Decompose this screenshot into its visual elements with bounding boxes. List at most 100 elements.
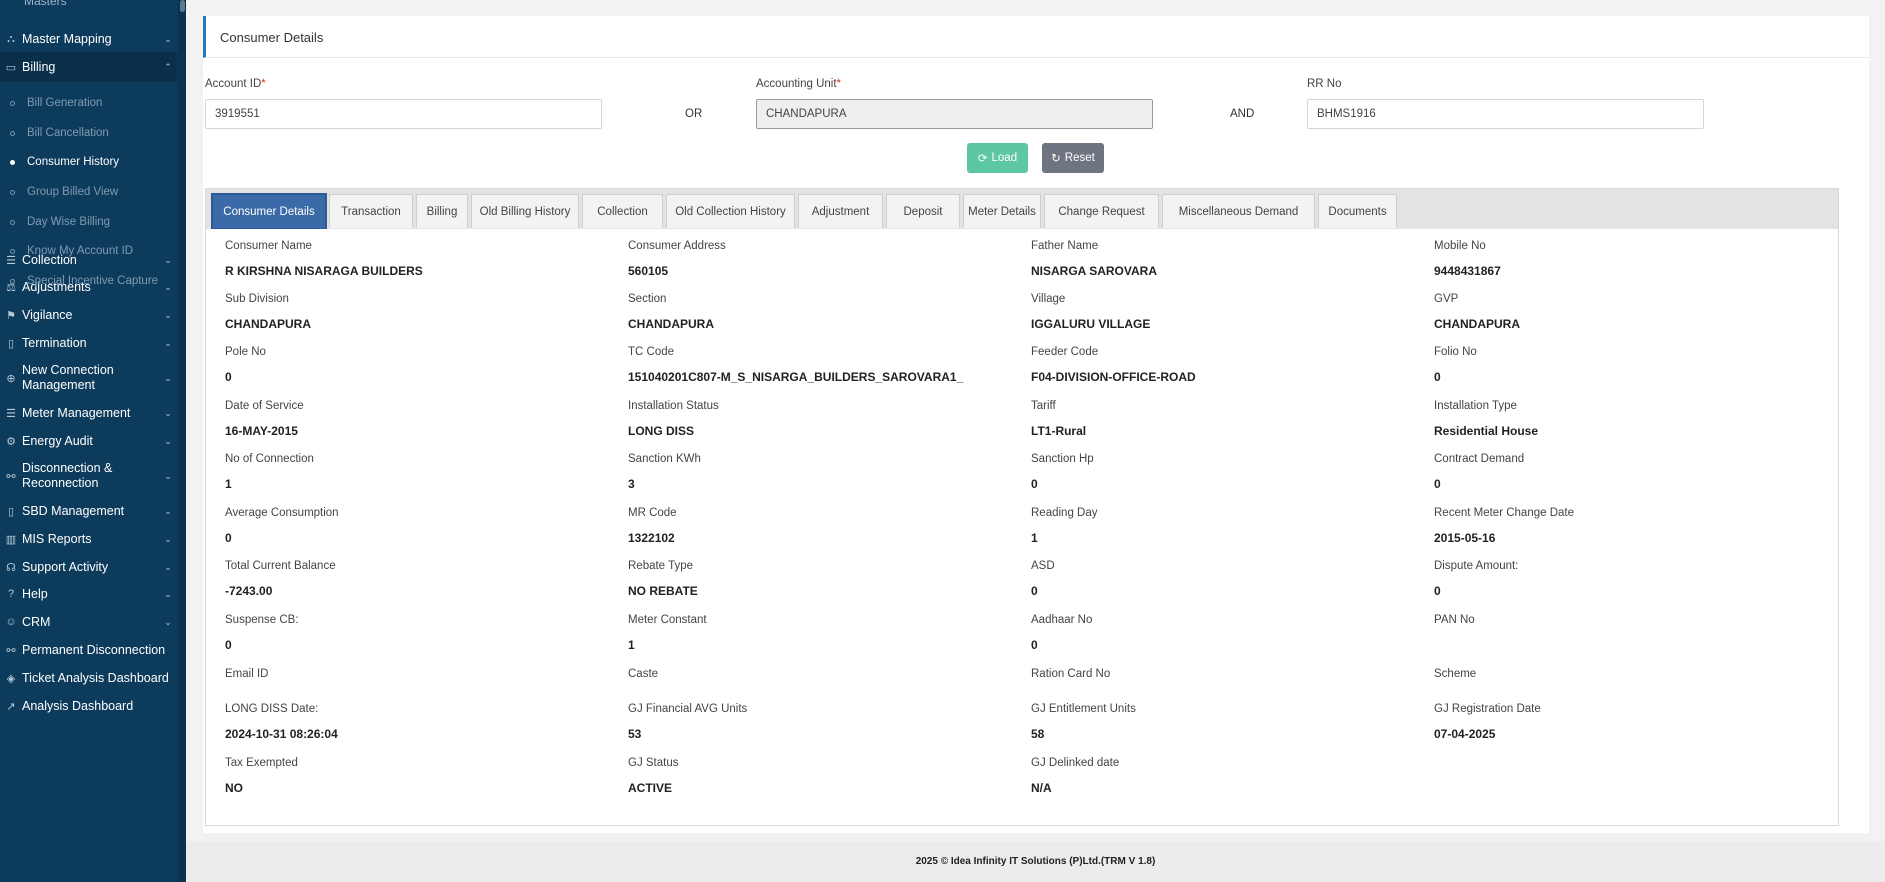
bullet-icon xyxy=(10,248,15,254)
field-value: 560105 xyxy=(628,264,669,278)
field-label: GJ Financial AVG Units xyxy=(628,703,748,715)
sidebar-item-help[interactable]: ? Help ⌄ xyxy=(0,579,177,609)
field-asd: ASD 0 xyxy=(1031,560,1411,600)
sidebar-item-permanent-disconnection[interactable]: ⚯ Permanent Disconnection xyxy=(0,635,177,665)
field-label: Sub Division xyxy=(225,293,289,305)
page-header: Consumer Details xyxy=(203,16,1869,58)
sidebar-subitem-label: Know My Account ID xyxy=(27,245,134,257)
chevron-down-icon: ⌄ xyxy=(164,372,172,383)
sidebar-item-disconnection-reconnection[interactable]: ⚯ Disconnection & Reconnection ⌄ xyxy=(0,456,177,496)
field-tariff: Tariff LT1-Rural xyxy=(1031,400,1411,440)
chevron-down-icon: ⌄ xyxy=(164,33,172,44)
field-installation-type: Installation Type Residential House xyxy=(1434,400,1814,440)
link-icon: ⚯ xyxy=(6,470,16,483)
accounting-unit-input[interactable]: CHANDAPURA xyxy=(756,99,1153,129)
bar-chart-icon: ▥ xyxy=(5,533,17,546)
sidebar-item-label: Vigilance xyxy=(22,307,73,322)
main-content: Consumer Details Account ID* 3919551 OR … xyxy=(186,0,1885,882)
sidebar-item-crm[interactable]: ☺ CRM ⌄ xyxy=(0,607,177,637)
sidebar-item-analysis-dashboard[interactable]: ↗ Analysis Dashboard xyxy=(0,691,177,721)
field-contract-demand: Contract Demand 0 xyxy=(1434,453,1814,493)
sidebar: Masters ⛬ Master Mapping ⌄ ▭ Billing ⌃ ☰ Collec… xyxy=(0,0,186,882)
sidebar-subitem-day-wise-billing[interactable]: Day Wise Billing xyxy=(0,211,177,233)
consumer-details-card: Account ID* 3919551 OR Accounting Unit* … xyxy=(203,58,1869,833)
sidebar-item-masters-cutoff[interactable]: Masters xyxy=(24,0,67,8)
sidebar-item-mis-reports[interactable]: ▥ MIS Reports ⌄ xyxy=(0,524,177,554)
sidebar-item-vigilance[interactable]: ⚑ Vigilance ⌄ xyxy=(0,300,177,330)
sidebar-item-new-connection-management[interactable]: ⊕ New Connection Management ⌄ xyxy=(0,358,177,398)
account-id-input[interactable]: 3919551 xyxy=(205,99,602,129)
sidebar-item-sbd-management[interactable]: ▯ SBD Management ⌄ xyxy=(0,496,177,526)
tab-documents[interactable]: Documents xyxy=(1318,194,1397,228)
sidebar-item-billing[interactable]: ▭ Billing ⌃ xyxy=(0,52,177,82)
field-date-of-service: Date of Service 16-MAY-2015 xyxy=(225,400,605,440)
sidebar-item-termination[interactable]: ▯ Termination ⌄ xyxy=(0,328,177,358)
tab-deposit[interactable]: Deposit xyxy=(886,194,960,228)
tab-billing[interactable]: Billing xyxy=(416,194,468,228)
sidebar-item-energy-audit[interactable]: ⚙ Energy Audit ⌄ xyxy=(0,426,177,456)
sidebar-subitem-special-incentive-capture[interactable]: Special Incentive Capture xyxy=(0,270,177,292)
sidebar-item-ticket-analysis-dashboard[interactable]: ◈ Ticket Analysis Dashboard xyxy=(0,663,177,693)
chevron-down-icon: ⌄ xyxy=(164,561,172,572)
field-label: GJ Entitlement Units xyxy=(1031,703,1136,715)
tab-consumer-details[interactable]: Consumer Details xyxy=(211,193,327,229)
or-separator: OR xyxy=(685,108,703,120)
chevron-down-icon: ⌄ xyxy=(164,309,172,320)
reset-button[interactable]: ↻ Reset xyxy=(1042,143,1104,173)
field-gj-financial-avg-units: GJ Financial AVG Units 53 xyxy=(628,703,1008,743)
tab-change-request[interactable]: Change Request xyxy=(1044,194,1159,228)
field-value: CHANDAPURA xyxy=(1434,317,1520,331)
sidebar-subitem-bill-generation[interactable]: Bill Generation xyxy=(0,92,177,114)
load-button[interactable]: ⟳ Load xyxy=(967,143,1028,173)
sidebar-subitem-group-billed-view[interactable]: Group Billed View xyxy=(0,181,177,203)
field-label: Consumer Address xyxy=(628,240,726,252)
sidebar-subitem-know-my-account-id[interactable]: Know My Account ID xyxy=(0,240,177,262)
sidebar-subitem-consumer-history[interactable]: Consumer History xyxy=(0,151,177,173)
field-value: 0 xyxy=(225,638,232,652)
field-value: 1322102 xyxy=(628,531,675,545)
tab-collection[interactable]: Collection xyxy=(582,194,663,228)
field-value: 0 xyxy=(1031,638,1038,652)
field-value: 0 xyxy=(1434,584,1441,598)
field-value: 0 xyxy=(1031,584,1038,598)
sidebar-subitem-bill-cancellation[interactable]: Bill Cancellation xyxy=(0,122,177,144)
headset-icon: ☊ xyxy=(6,561,16,574)
bullet-icon xyxy=(10,159,15,165)
sidebar-scrollbar[interactable] xyxy=(178,0,186,882)
sidebar-item-label: Energy Audit xyxy=(22,433,93,448)
field-reading-day: Reading Day 1 xyxy=(1031,507,1411,547)
field-sanction-kwh: Sanction KWh 3 xyxy=(628,453,1008,493)
chevron-down-icon: ⌄ xyxy=(164,616,172,627)
field-value: 16-MAY-2015 xyxy=(225,424,298,438)
bullet-icon xyxy=(10,130,15,136)
tab-meter-details[interactable]: Meter Details xyxy=(963,194,1041,228)
field-label: No of Connection xyxy=(225,453,314,465)
tab-transaction[interactable]: Transaction xyxy=(329,194,413,228)
user-icon: ☺ xyxy=(5,616,17,628)
field-label: PAN No xyxy=(1434,614,1475,626)
chevron-down-icon: ⌄ xyxy=(164,470,172,481)
field-value: 0 xyxy=(225,531,232,545)
page-title: Consumer Details xyxy=(220,30,324,45)
field-meter-constant: Meter Constant 1 xyxy=(628,614,1008,654)
sidebar-item-support-activity[interactable]: ☊ Support Activity ⌄ xyxy=(0,552,177,582)
field-consumer-name: Consumer Name R KIRSHNA NISARAGA BUILDERS xyxy=(225,240,605,280)
sidebar-scrollbar-thumb[interactable] xyxy=(180,0,185,12)
field-value: R KIRSHNA NISARAGA BUILDERS xyxy=(225,264,423,278)
sidebar-item-master-mapping[interactable]: ⛬ Master Mapping ⌄ xyxy=(0,24,177,54)
tab-old-collection-history[interactable]: Old Collection History xyxy=(666,194,795,228)
field-scheme: Scheme xyxy=(1434,668,1814,708)
field-label: Installation Status xyxy=(628,400,719,412)
sidebar-item-label: Disconnection & Reconnection xyxy=(22,461,113,490)
field-label: GVP xyxy=(1434,293,1459,305)
field-label: Sanction Hp xyxy=(1031,453,1094,465)
field-aadhaar-no: Aadhaar No 0 xyxy=(1031,614,1411,654)
field-label: GJ Status xyxy=(628,757,679,769)
field-label: Contract Demand xyxy=(1434,453,1525,465)
sidebar-item-meter-management[interactable]: ☰ Meter Management ⌄ xyxy=(0,398,177,428)
rr-no-input[interactable]: BHMS1916 xyxy=(1307,99,1704,129)
tab-old-billing-history[interactable]: Old Billing History xyxy=(471,194,579,228)
sidebar-item-label: SBD Management xyxy=(22,503,125,518)
tab-miscellaneous-demand[interactable]: Miscellaneous Demand xyxy=(1162,194,1315,228)
tab-adjustment[interactable]: Adjustment xyxy=(798,194,883,228)
